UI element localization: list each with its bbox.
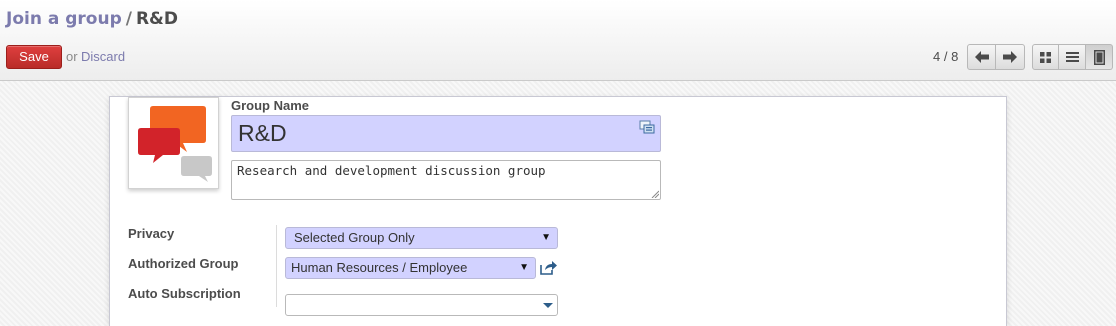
external-link-icon[interactable] xyxy=(539,260,557,276)
form-sheet: Group Name R&D Research and development … xyxy=(109,96,1007,326)
list-view-button[interactable] xyxy=(1059,44,1086,70)
kanban-view-button[interactable] xyxy=(1032,44,1059,70)
translate-icon[interactable] xyxy=(639,119,655,135)
authorized-group-select[interactable]: Human Resources / Employee ▼ xyxy=(285,257,536,279)
or-text: or xyxy=(66,49,78,64)
kanban-view-icon xyxy=(1040,51,1051,63)
dropdown-arrow-icon: ▼ xyxy=(519,262,529,273)
discard-link[interactable]: Discard xyxy=(81,49,125,64)
authorized-group-label: Authorized Group xyxy=(128,256,239,271)
arrow-left-icon xyxy=(974,51,989,63)
field-separator xyxy=(276,225,277,307)
description-textarea[interactable]: Research and development discussion grou… xyxy=(231,160,661,200)
group-name-label: Group Name xyxy=(231,98,310,113)
pager-value[interactable]: 4 / 8 xyxy=(933,49,958,64)
group-name-input[interactable]: R&D xyxy=(231,115,661,152)
list-view-icon xyxy=(1065,52,1079,62)
group-image[interactable] xyxy=(128,97,219,189)
auto-subscription-select[interactable] xyxy=(285,294,558,316)
dropdown-arrow-icon: ▼ xyxy=(541,232,551,243)
arrow-right-icon xyxy=(1003,51,1017,63)
breadcrumb: Join a group / R&D xyxy=(6,9,178,29)
resize-grip-icon[interactable] xyxy=(651,190,659,198)
authorized-group-value: Human Resources / Employee xyxy=(291,260,468,275)
control-panel: Join a group / R&D Save or Discard 4 / 8 xyxy=(0,0,1116,81)
breadcrumb-parent-link[interactable]: Join a group xyxy=(6,9,122,29)
save-button[interactable]: Save xyxy=(6,45,62,69)
chat-bubbles-icon xyxy=(138,106,212,182)
pager-buttons xyxy=(967,44,1025,70)
breadcrumb-separator: / xyxy=(125,9,132,29)
form-view-icon xyxy=(1093,49,1105,65)
description-value: Research and development discussion grou… xyxy=(237,163,546,178)
breadcrumb-current: R&D xyxy=(135,9,178,29)
dropdown-caret-icon xyxy=(543,303,553,308)
privacy-label: Privacy xyxy=(128,226,175,241)
privacy-select[interactable]: Selected Group Only ▼ xyxy=(285,227,558,249)
auto-subscription-label: Auto Subscription xyxy=(128,286,241,301)
privacy-value: Selected Group Only xyxy=(294,230,415,245)
view-switcher xyxy=(1032,44,1113,70)
pager-previous-button[interactable] xyxy=(967,44,996,70)
group-name-value: R&D xyxy=(238,120,287,146)
pager-next-button[interactable] xyxy=(996,44,1025,70)
form-view-button[interactable] xyxy=(1086,44,1113,70)
